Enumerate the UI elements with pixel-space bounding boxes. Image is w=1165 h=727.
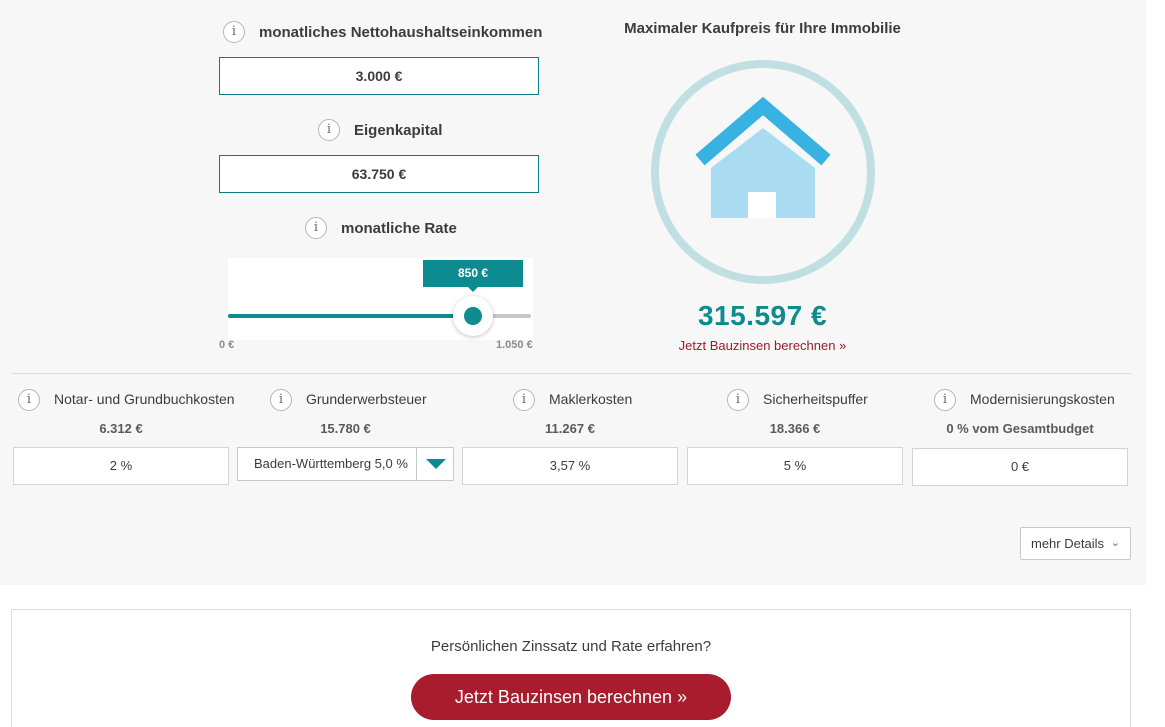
broker-costs-amount: 11.267 € (545, 421, 595, 436)
notary-costs-input[interactable]: 2 % (13, 447, 229, 485)
more-details-label: mehr Details (1031, 536, 1104, 551)
info-icon[interactable]: i (727, 389, 749, 411)
income-label: monatliches Nettohaushaltseinkommen (259, 24, 543, 41)
cta-question: Persönlichen Zinssatz und Rate erfahren? (430, 638, 712, 655)
info-icon[interactable]: i (513, 389, 535, 411)
calculator-panel (0, 0, 1146, 585)
calculate-rates-button[interactable]: Jetzt Bauzinsen berechnen » (411, 674, 731, 720)
info-icon[interactable]: i (934, 389, 956, 411)
slider-handle-dot (464, 307, 482, 325)
result-title: Maximaler Kaufpreis für Ihre Immobilie (624, 20, 901, 37)
safety-buffer-amount: 18.366 € (769, 421, 821, 436)
modernization-costs-amount: 0 % vom Gesamtbudget (946, 421, 1094, 436)
modernization-costs-label: Modernisierungskosten (970, 391, 1115, 407)
rate-slider-value: 850 € (423, 260, 523, 292)
info-icon[interactable]: i (18, 389, 40, 411)
section-divider (12, 373, 1131, 374)
calculate-rates-link[interactable]: Jetzt Bauzinsen berechnen » (600, 338, 925, 353)
info-icon[interactable]: i (305, 217, 327, 239)
notary-costs-amount: 6.312 € (99, 421, 143, 436)
house-icon (649, 58, 877, 286)
page-scrollbar[interactable] (1146, 0, 1165, 585)
more-details-button[interactable]: mehr Details ⌄ (1020, 527, 1131, 560)
slider-max-label: 1.050 € (496, 339, 533, 351)
state-select-value: Baden-Württemberg 5,0 % (254, 456, 408, 471)
info-icon[interactable]: i (318, 119, 340, 141)
income-input[interactable]: 3.000 € (219, 57, 539, 95)
select-toggle[interactable] (416, 448, 453, 480)
cta-box: Persönlichen Zinssatz und Rate erfahren?… (11, 609, 1131, 727)
rate-slider-handle[interactable] (453, 296, 493, 336)
slider-min-label: 0 € (219, 339, 235, 351)
transfer-tax-label: Grunderwerbsteuer (306, 391, 427, 407)
max-price-amount: 315.597 € (697, 300, 828, 331)
caret-down-icon (426, 459, 446, 469)
broker-costs-input[interactable]: 3,57 % (462, 447, 678, 485)
equity-input[interactable]: 63.750 € (219, 155, 539, 193)
info-icon[interactable]: i (270, 389, 292, 411)
rate-label: monatliche Rate (341, 220, 457, 237)
chevron-down-icon: ⌄ (1110, 537, 1120, 549)
state-select[interactable]: Baden-Württemberg 5,0 % (237, 447, 454, 481)
notary-costs-label: Notar- und Grundbuchkosten (54, 391, 235, 407)
safety-buffer-label: Sicherheitspuffer (763, 391, 868, 407)
equity-label: Eigenkapital (354, 122, 443, 139)
rate-slider-fill (228, 314, 473, 318)
transfer-tax-amount: 15.780 € (320, 421, 371, 436)
modernization-costs-input[interactable]: 0 € (912, 448, 1128, 486)
info-icon[interactable]: i (223, 21, 245, 43)
broker-costs-label: Maklerkosten (549, 391, 633, 407)
safety-buffer-input[interactable]: 5 % (687, 447, 903, 485)
